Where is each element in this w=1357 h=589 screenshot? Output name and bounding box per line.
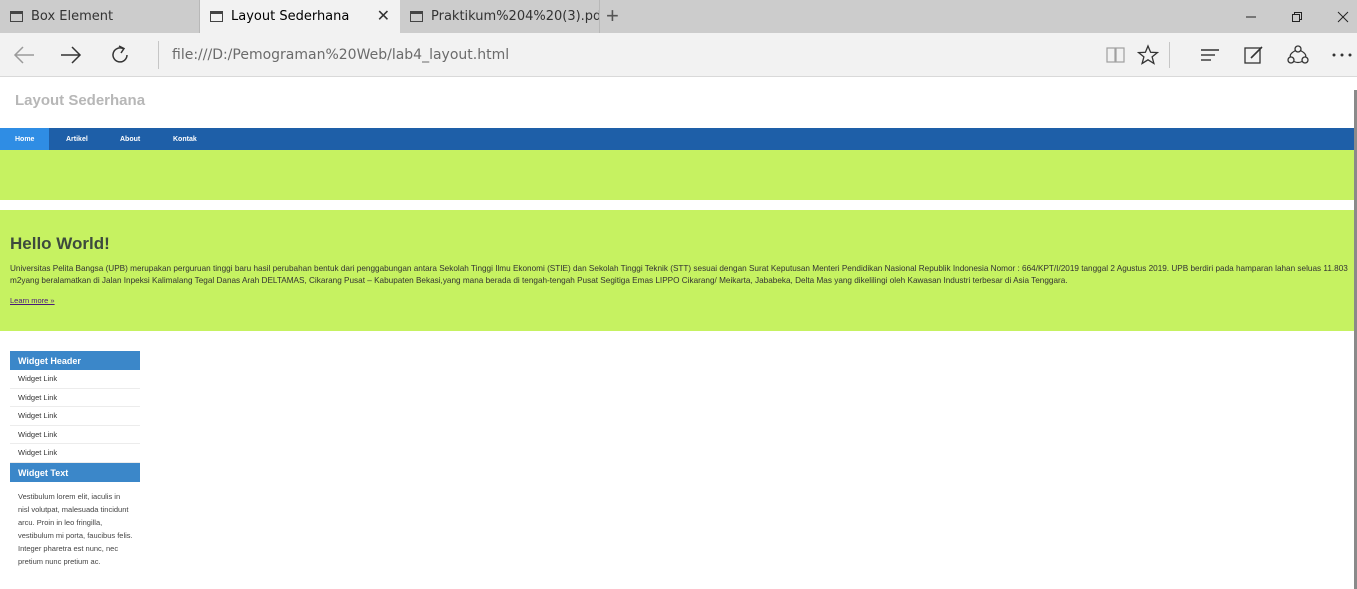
tab-box-element[interactable]: Box Element xyxy=(0,0,200,33)
main-nav: Home Artikel About Kontak xyxy=(0,128,1354,150)
nav-item-kontak[interactable]: Kontak xyxy=(173,128,197,150)
tab-strip: Box Element Layout Sederhana ✕ Praktikum… xyxy=(0,0,1357,33)
address-input[interactable]: file:///D:/Pemograman%20Web/lab4_layout.… xyxy=(172,47,509,63)
restore-icon xyxy=(1292,11,1302,22)
close-window-icon xyxy=(1337,11,1349,22)
nav-item-about[interactable]: About xyxy=(120,128,140,150)
widget-link[interactable]: Widget Link xyxy=(10,370,140,389)
widget-text-header: Widget Text xyxy=(10,463,140,482)
close-icon[interactable]: ✕ xyxy=(377,8,390,24)
tab-page-icon xyxy=(10,11,23,22)
tab-page-icon xyxy=(410,11,423,22)
widget-text-body: Vestibulum lorem elit, iaculis in nisl v… xyxy=(18,492,133,566)
tab-layout-sederhana[interactable]: Layout Sederhana ✕ xyxy=(200,0,400,33)
tab-title: Layout Sederhana xyxy=(231,9,350,24)
widget-link[interactable]: Widget Link xyxy=(10,407,140,426)
tab-title: Praktikum%204%20(3).pdf xyxy=(431,9,599,24)
widget-link[interactable]: Widget Link xyxy=(10,426,140,444)
tab-praktikum-pdf[interactable]: Praktikum%204%20(3).pdf xyxy=(400,0,600,33)
nav-item-home[interactable]: Home xyxy=(0,128,49,150)
back-arrow-icon[interactable] xyxy=(10,41,38,69)
forward-arrow-icon[interactable] xyxy=(57,41,85,69)
toolbar-separator xyxy=(1169,42,1170,68)
tab-page-icon xyxy=(210,11,223,22)
tab-title: Box Element xyxy=(31,9,114,24)
learn-more-link[interactable]: Learn more » xyxy=(10,296,55,305)
widget-link[interactable]: Widget Link xyxy=(10,444,140,463)
hero-body: Universitas Pelita Bangsa (UPB) merupaka… xyxy=(10,264,1348,285)
minimize-button[interactable] xyxy=(1228,0,1274,33)
more-icon[interactable] xyxy=(1328,41,1356,69)
address-separator xyxy=(158,41,159,69)
hub-icon[interactable] xyxy=(1196,41,1224,69)
address-toolbar: file:///D:/Pemograman%20Web/lab4_layout.… xyxy=(0,33,1357,77)
refresh-icon[interactable] xyxy=(106,41,134,69)
pen-icon[interactable] xyxy=(1240,41,1268,69)
page-content: Layout Sederhana Home Artikel About Kont… xyxy=(0,78,1357,589)
restore-button[interactable] xyxy=(1274,0,1320,33)
widget-link[interactable]: Widget Link xyxy=(10,389,140,407)
hero-heading: Hello World! xyxy=(10,234,110,253)
nav-item-artikel[interactable]: Artikel xyxy=(66,128,88,150)
close-window-button[interactable] xyxy=(1320,0,1357,33)
plus-icon[interactable]: + xyxy=(606,4,619,28)
site-title: Layout Sederhana xyxy=(15,92,146,109)
star-icon[interactable] xyxy=(1134,41,1162,69)
widget-header: Widget Header xyxy=(10,351,140,370)
book-icon[interactable] xyxy=(1102,41,1130,69)
minimize-icon xyxy=(1246,16,1256,17)
header-banner xyxy=(0,150,1354,200)
share-icon[interactable] xyxy=(1284,41,1312,69)
hero-section: Hello World! Universitas Pelita Bangsa (… xyxy=(0,210,1357,331)
